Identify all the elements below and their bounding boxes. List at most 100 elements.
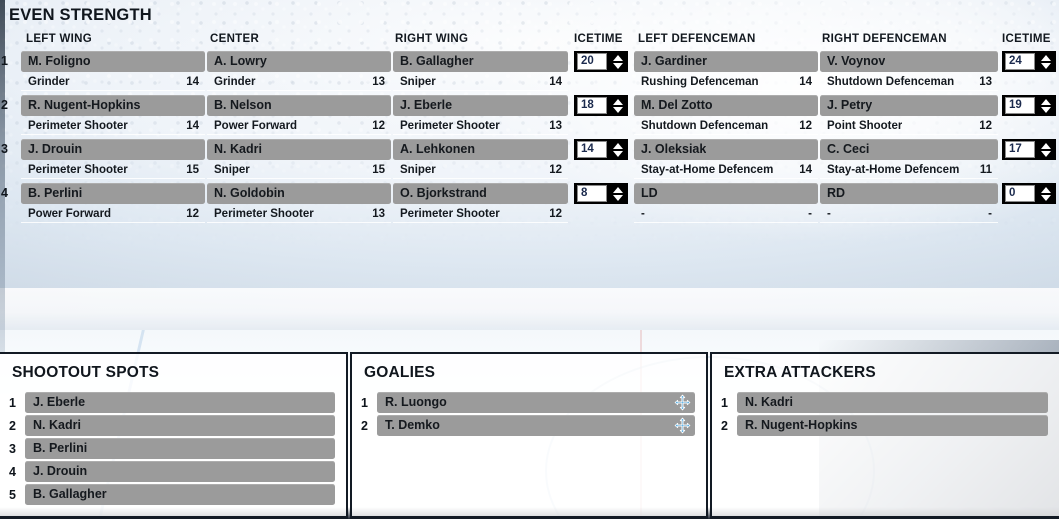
slot-left-defenceman-3[interactable]: J. Oleksiak (634, 139, 818, 160)
chevron-down-icon[interactable] (613, 106, 624, 113)
icetime-input[interactable]: 18 (577, 97, 608, 114)
chevron-up-icon[interactable] (1041, 98, 1052, 105)
stat-left-wing-2: Perimeter Shooter 14 (21, 117, 205, 135)
extra-attacker-slot-2[interactable]: R. Nugent-Hopkins (737, 415, 1048, 436)
list-item[interactable]: 1 R. Luongo (352, 392, 706, 414)
spinner-arrows[interactable] (610, 52, 626, 71)
player-name: M. Foligno (28, 54, 91, 68)
slot-right-defenceman-1[interactable]: V. Voynov (820, 51, 998, 72)
player-role: Perimeter Shooter (400, 208, 500, 220)
icetime-input[interactable]: 14 (577, 141, 608, 158)
slot-right-wing-1[interactable]: B. Gallagher (393, 51, 568, 72)
player-name: M. Del Zotto (641, 98, 713, 112)
extra-attacker-slot-1[interactable]: N. Kadri (737, 392, 1048, 413)
spinner-arrows[interactable] (1038, 184, 1054, 203)
slot-right-wing-2[interactable]: J. Eberle (393, 95, 568, 116)
goalie-slot-2[interactable]: T. Demko (377, 415, 695, 436)
player-rating: 12 (372, 120, 385, 132)
icetime-input[interactable]: 19 (1005, 97, 1036, 114)
slot-right-defenceman-3[interactable]: C. Ceci (820, 139, 998, 160)
slot-left-wing-1[interactable]: M. Foligno (21, 51, 205, 72)
list-item[interactable]: 2 N. Kadri (0, 415, 346, 437)
list-item[interactable]: 1 N. Kadri (712, 392, 1059, 414)
slot-center-3[interactable]: N. Kadri (207, 139, 391, 160)
icetime-spinner-defence-1[interactable]: 24 (1002, 51, 1056, 72)
slot-left-wing-2[interactable]: R. Nugent-Hopkins (21, 95, 205, 116)
slot-right-wing-3[interactable]: A. Lehkonen (393, 139, 568, 160)
shootout-slot-4[interactable]: J. Drouin (25, 461, 335, 482)
icetime-spinner-forwards-3[interactable]: 14 (574, 139, 628, 160)
spinner-arrows[interactable] (1038, 140, 1054, 159)
icetime-spinner-defence-4[interactable]: 0 (1002, 183, 1056, 204)
slot-left-wing-3[interactable]: J. Drouin (21, 139, 205, 160)
icetime-input[interactable]: 20 (577, 53, 608, 70)
list-item[interactable]: 5 B. Gallagher (0, 484, 346, 506)
player-rating: 14 (799, 76, 812, 88)
slot-left-defenceman-2[interactable]: M. Del Zotto (634, 95, 818, 116)
player-role: Sniper (400, 76, 436, 88)
icetime-input[interactable]: 24 (1005, 53, 1036, 70)
chevron-down-icon[interactable] (613, 62, 624, 69)
goalies-title: GOALIES (364, 364, 436, 381)
chevron-up-icon[interactable] (1041, 142, 1052, 149)
spinner-arrows[interactable] (1038, 96, 1054, 115)
slot-left-defenceman-4[interactable]: LD (634, 183, 818, 204)
column-header-icetime-defence: ICETIME (1002, 33, 1051, 45)
spinner-arrows[interactable] (610, 184, 626, 203)
chevron-down-icon[interactable] (613, 150, 624, 157)
move-icon[interactable] (674, 394, 691, 411)
icetime-spinner-defence-2[interactable]: 19 (1002, 95, 1056, 116)
slot-center-2[interactable]: B. Nelson (207, 95, 391, 116)
move-icon[interactable] (674, 417, 691, 434)
slot-right-defenceman-2[interactable]: J. Petry (820, 95, 998, 116)
player-name: V. Voynov (827, 54, 886, 68)
line-row-2: 2 R. Nugent-Hopkins Perimeter Shooter 14… (0, 95, 1059, 139)
chevron-down-icon[interactable] (1041, 62, 1052, 69)
goalie-slot-1[interactable]: R. Luongo (377, 392, 695, 413)
chevron-down-icon[interactable] (1041, 194, 1052, 201)
stat-center-4: Perimeter Shooter 13 (207, 205, 391, 223)
icetime-spinner-forwards-1[interactable]: 20 (574, 51, 628, 72)
spinner-arrows[interactable] (610, 96, 626, 115)
chevron-down-icon[interactable] (1041, 106, 1052, 113)
slot-right-wing-4[interactable]: O. Bjorkstrand (393, 183, 568, 204)
chevron-up-icon[interactable] (1041, 186, 1052, 193)
spinner-arrows[interactable] (610, 140, 626, 159)
list-item[interactable]: 2 T. Demko (352, 415, 706, 437)
slot-left-defenceman-1[interactable]: J. Gardiner (634, 51, 818, 72)
spinner-arrows[interactable] (1038, 52, 1054, 71)
row-rank: 2 (361, 419, 368, 433)
chevron-up-icon[interactable] (1041, 54, 1052, 61)
icetime-spinner-forwards-4[interactable]: 8 (574, 183, 628, 204)
chevron-down-icon[interactable] (1041, 150, 1052, 157)
slot-right-defenceman-4[interactable]: RD (820, 183, 998, 204)
icetime-spinner-forwards-2[interactable]: 18 (574, 95, 628, 116)
shootout-slot-5[interactable]: B. Gallagher (25, 484, 335, 505)
slot-center-1[interactable]: A. Lowry (207, 51, 391, 72)
player-role: Power Forward (28, 208, 112, 220)
chevron-up-icon[interactable] (613, 54, 624, 61)
lines-editor-screen: EVEN STRENGTH LEFT WING CENTER RIGHT WIN… (0, 0, 1059, 519)
shootout-slot-2[interactable]: N. Kadri (25, 415, 335, 436)
list-item[interactable]: 3 B. Perlini (0, 438, 346, 460)
chevron-up-icon[interactable] (613, 98, 624, 105)
slot-left-wing-4[interactable]: B. Perlini (21, 183, 205, 204)
shootout-slot-3[interactable]: B. Perlini (25, 438, 335, 459)
slot-center-4[interactable]: N. Goldobin (207, 183, 391, 204)
chevron-up-icon[interactable] (613, 142, 624, 149)
line-rank-1: 1 (1, 54, 8, 68)
player-name: N. Goldobin (214, 186, 285, 200)
player-rating: 14 (799, 164, 812, 176)
player-name: B. Gallagher (400, 54, 474, 68)
list-item[interactable]: 1 J. Eberle (0, 392, 346, 414)
chevron-up-icon[interactable] (613, 186, 624, 193)
player-role: Power Forward (214, 120, 298, 132)
icetime-input[interactable]: 0 (1005, 185, 1036, 202)
list-item[interactable]: 2 R. Nugent-Hopkins (712, 415, 1059, 437)
icetime-input[interactable]: 17 (1005, 141, 1036, 158)
chevron-down-icon[interactable] (613, 194, 624, 201)
list-item[interactable]: 4 J. Drouin (0, 461, 346, 483)
icetime-spinner-defence-3[interactable]: 17 (1002, 139, 1056, 160)
icetime-input[interactable]: 8 (577, 185, 608, 202)
shootout-slot-1[interactable]: J. Eberle (25, 392, 335, 413)
